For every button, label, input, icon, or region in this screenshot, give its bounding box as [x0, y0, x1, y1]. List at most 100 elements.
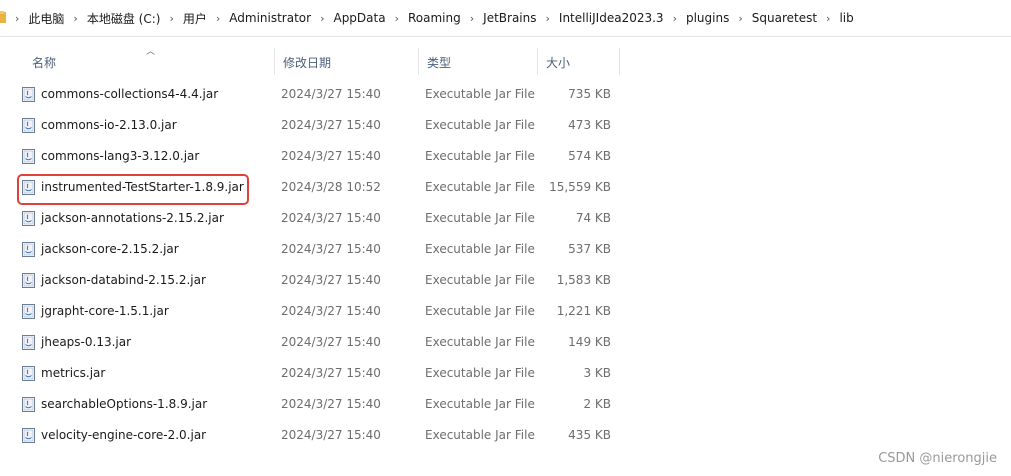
file-date: 2024/3/27 15:40	[281, 304, 381, 318]
jar-file-icon	[22, 242, 35, 257]
file-date: 2024/3/27 15:40	[281, 149, 381, 163]
file-date: 2024/3/27 15:40	[281, 211, 381, 225]
jar-file-icon	[22, 273, 35, 288]
file-size: 2 KB	[583, 397, 611, 411]
column-header-date[interactable]: 修改日期	[274, 48, 419, 75]
file-size: 537 KB	[568, 242, 611, 256]
chevron-right-icon[interactable]: ›	[392, 12, 402, 25]
column-header-type[interactable]: 类型	[418, 48, 538, 75]
file-date: 2024/3/27 15:40	[281, 273, 381, 287]
breadcrumb-item[interactable]: 本地磁盘 (C:)	[81, 10, 167, 27]
address-bar[interactable]: › 此电脑 › 本地磁盘 (C:) › 用户 › Administrator › AppData ›…	[0, 0, 1011, 37]
file-name: velocity-engine-core-2.0.jar	[41, 428, 207, 442]
file-row[interactable]: velocity-engine-core-2.0.jar 2024/3/27 15…	[0, 420, 1011, 451]
file-date: 2024/3/27 15:40	[281, 242, 381, 256]
file-row[interactable]: jackson-databind-2.15.2.jar 2024/3/27 15:…	[0, 265, 1011, 296]
breadcrumb-item[interactable]: AppData	[327, 11, 391, 25]
chevron-right-icon[interactable]: ›	[670, 12, 680, 25]
jar-file-icon	[22, 149, 35, 164]
chevron-right-icon[interactable]: ›	[213, 12, 223, 25]
jar-file-icon	[22, 335, 35, 350]
watermark: CSDN @nierongjie	[878, 451, 997, 466]
chevron-right-icon[interactable]: ›	[823, 12, 833, 25]
file-type: Executable Jar File	[425, 242, 535, 256]
file-name: searchableOptions-1.8.9.jar	[41, 397, 208, 411]
file-list: commons-collections4-4.4.jar 2024/3/27 15…	[0, 79, 1011, 451]
file-size: 473 KB	[568, 118, 611, 132]
folder-icon	[0, 11, 6, 23]
file-date: 2024/3/27 15:40	[281, 118, 381, 132]
file-type: Executable Jar File	[425, 149, 535, 163]
file-size: 735 KB	[568, 87, 611, 101]
column-header-name[interactable]: 名称	[24, 48, 274, 75]
file-date: 2024/3/27 15:40	[281, 87, 381, 101]
file-name: commons-lang3-3.12.0.jar	[41, 149, 200, 163]
breadcrumb-item[interactable]: 此电脑	[22, 10, 70, 27]
chevron-right-icon[interactable]: ›	[166, 12, 176, 25]
breadcrumb-item[interactable]: JetBrains	[477, 11, 542, 25]
file-type: Executable Jar File	[425, 273, 535, 287]
file-date: 2024/3/27 15:40	[281, 366, 381, 380]
file-row[interactable]: jgrapht-core-1.5.1.jar 2024/3/27 15:40 Exe…	[0, 296, 1011, 327]
file-date: 2024/3/28 10:52	[281, 180, 381, 194]
file-row[interactable]: searchableOptions-1.8.9.jar 2024/3/27 15:…	[0, 389, 1011, 420]
file-name: jheaps-0.13.jar	[41, 335, 132, 349]
chevron-right-icon[interactable]: ›	[70, 12, 80, 25]
file-type: Executable Jar File	[425, 211, 535, 225]
file-row[interactable]: jackson-annotations-2.15.2.jar 2024/3/27 …	[0, 203, 1011, 234]
jar-file-icon	[22, 304, 35, 319]
file-type: Executable Jar File	[425, 180, 535, 194]
breadcrumb: › 此电脑 › 本地磁盘 (C:) › 用户 › Administrator › AppData ›…	[12, 0, 860, 36]
file-name: metrics.jar	[41, 366, 106, 380]
column-header-size[interactable]: 大小	[537, 48, 620, 75]
file-size: 3 KB	[583, 366, 611, 380]
chevron-right-icon[interactable]: ›	[467, 12, 477, 25]
breadcrumb-item[interactable]: Administrator	[223, 11, 317, 25]
file-row[interactable]: commons-lang3-3.12.0.jar 2024/3/27 15:40 E…	[0, 141, 1011, 172]
jar-file-icon	[22, 366, 35, 381]
file-name: commons-io-2.13.0.jar	[41, 118, 177, 132]
file-type: Executable Jar File	[425, 366, 535, 380]
breadcrumb-item[interactable]: IntelliJIdea2023.3	[553, 11, 670, 25]
file-row[interactable]: instrumented-TestStarter-1.8.9.jar 2024/3…	[0, 172, 1011, 203]
file-type: Executable Jar File	[425, 304, 535, 318]
file-name: jackson-annotations-2.15.2.jar	[41, 211, 224, 225]
chevron-right-icon[interactable]: ›	[543, 12, 553, 25]
jar-file-icon	[22, 397, 35, 412]
file-name: jackson-databind-2.15.2.jar	[41, 273, 206, 287]
file-name: commons-collections4-4.4.jar	[41, 87, 219, 101]
file-size: 15,559 KB	[549, 180, 611, 194]
jar-file-icon	[22, 211, 35, 226]
file-type: Executable Jar File	[425, 335, 535, 349]
jar-file-icon	[22, 180, 35, 195]
file-row[interactable]: commons-io-2.13.0.jar 2024/3/27 15:40 Exec…	[0, 110, 1011, 141]
file-name: jgrapht-core-1.5.1.jar	[41, 304, 169, 318]
file-row[interactable]: commons-collections4-4.4.jar 2024/3/27 15…	[0, 79, 1011, 110]
jar-file-icon	[22, 428, 35, 443]
breadcrumb-item[interactable]: Squaretest	[746, 11, 823, 25]
jar-file-icon	[22, 118, 35, 133]
file-size: 149 KB	[568, 335, 611, 349]
column-header-name-label: 名称	[32, 56, 57, 70]
file-size: 1,583 KB	[556, 273, 611, 287]
breadcrumb-item[interactable]: lib	[833, 11, 859, 25]
breadcrumb-item[interactable]: 用户	[177, 10, 213, 27]
file-date: 2024/3/27 15:40	[281, 335, 381, 349]
file-type: Executable Jar File	[425, 397, 535, 411]
column-header-type-label: 类型	[427, 56, 452, 70]
chevron-right-icon[interactable]: ›	[317, 12, 327, 25]
file-name: instrumented-TestStarter-1.8.9.jar	[41, 180, 244, 194]
file-row[interactable]: metrics.jar 2024/3/27 15:40 Executable Jar…	[0, 358, 1011, 389]
chevron-right-icon[interactable]: ›	[735, 12, 745, 25]
file-size: 74 KB	[575, 211, 611, 225]
file-size: 435 KB	[568, 428, 611, 442]
file-type: Executable Jar File	[425, 87, 535, 101]
file-row[interactable]: jackson-core-2.15.2.jar 2024/3/27 15:40 Ex…	[0, 234, 1011, 265]
chevron-right-icon[interactable]: ›	[12, 12, 22, 25]
file-date: 2024/3/27 15:40	[281, 397, 381, 411]
file-row[interactable]: jheaps-0.13.jar 2024/3/27 15:40 Executable…	[0, 327, 1011, 358]
file-size: 1,221 KB	[556, 304, 611, 318]
column-header-size-label: 大小	[546, 56, 571, 70]
breadcrumb-item[interactable]: Roaming	[402, 11, 467, 25]
breadcrumb-item[interactable]: plugins	[680, 11, 735, 25]
